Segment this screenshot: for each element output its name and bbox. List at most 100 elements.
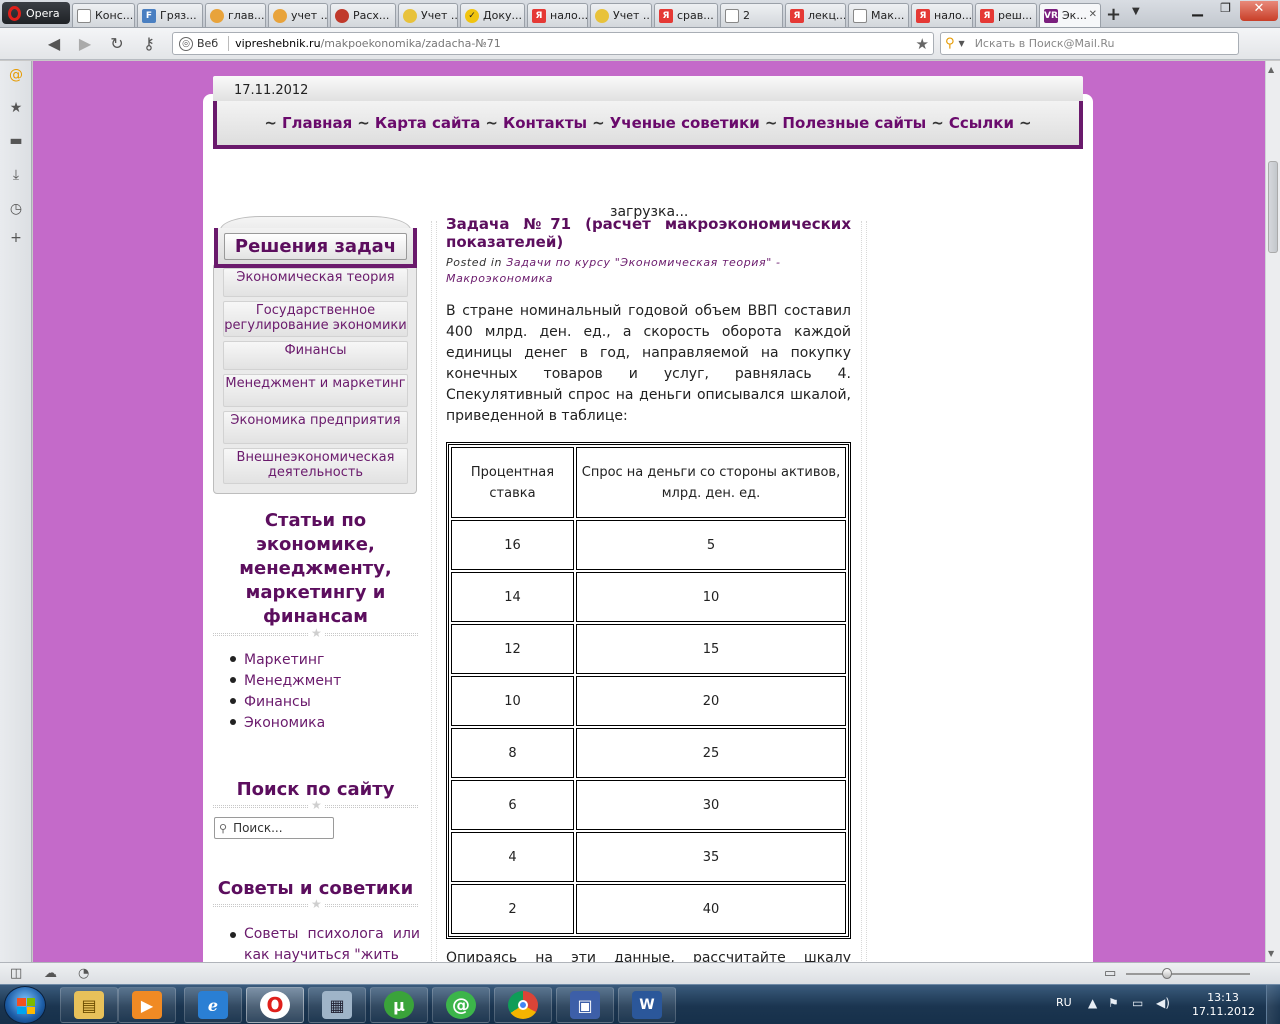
show-desktop-button[interactable] [1266,985,1280,1024]
mail-icon[interactable]: @ [7,66,25,84]
save-taskbar-button[interactable]: ▣ [556,987,614,1023]
category-link[interactable]: Внешнеэкономическая деятельность [223,448,408,484]
category-link[interactable]: Экономика предприятия [223,411,408,444]
browser-tab[interactable]: Учет ... [590,3,652,27]
tab-favicon-icon [595,8,609,23]
system-clock[interactable]: 13:13 17.11.2012 [1192,991,1255,1019]
scroll-down-icon[interactable]: ▼ [1268,949,1274,958]
nav-link[interactable]: Главная [282,114,352,132]
chevron-down-icon[interactable]: ▼ [959,39,965,48]
tab-favicon-icon: Я [916,8,930,23]
table-cell: 40 [576,884,846,934]
scroll-thumb[interactable] [1268,161,1278,253]
language-indicator[interactable]: RU [1056,996,1072,1009]
opera-menu-button[interactable]: Opera [2,2,70,24]
close-window-icon[interactable]: ✕ [1240,1,1278,21]
post-title[interactable]: Задача №71 (расчет макроэкономических [446,217,851,232]
minimize-icon[interactable]: ▁ [1184,1,1211,21]
browser-tab[interactable]: Яреш... [975,3,1037,27]
browser-tab[interactable]: глав... [205,3,266,27]
nav-link[interactable]: Контакты [503,114,587,132]
browser-tab[interactable]: F Гряз... [137,3,203,27]
browser-tab[interactable]: Мак... [848,3,909,27]
floppy-disk-icon: ▣ [570,991,600,1019]
nav-link[interactable]: Полезные сайты [782,114,926,132]
browser-tab[interactable]: ✓ Доку... [460,3,525,27]
browser-tab[interactable]: Ясрав... [654,3,718,27]
browser-tab[interactable]: Конс... [72,3,135,27]
table-cell: 14 [451,572,574,622]
start-button[interactable] [4,986,46,1024]
add-panel-icon[interactable]: + [7,229,25,247]
explorer-taskbar-button[interactable]: ▤ [60,987,118,1023]
cloud-icon[interactable]: ☁ [44,966,57,981]
chrome-taskbar-button[interactable] [494,987,552,1023]
tab-bar: Opera Конс... F Гряз... глав... учет ... Расх… [0,0,1280,28]
volume-icon[interactable]: ◀) [1156,996,1170,1010]
tab-label: срав... [677,9,714,22]
vertical-scrollbar[interactable]: ▲ ▼ [1265,61,1280,962]
post-title-cont[interactable]: показателей) [446,235,563,250]
mail-agent-taskbar-button[interactable]: @ [432,987,490,1023]
search-engine-icon[interactable]: ⚲ [945,36,955,51]
tab-list-chevron-icon[interactable]: ▼ [1132,6,1140,17]
post-meta: Posted in Задачи по курсу "Экономическая… [446,255,851,287]
tray-arrow-icon[interactable]: ▲ [1088,996,1097,1010]
maximize-icon[interactable]: ❐ [1212,1,1239,21]
articles-heading: Статьи по экономике, менеджменту, маркет… [239,510,392,627]
panel-toggle-icon[interactable]: ◫ [10,966,22,981]
key-icon[interactable]: ⚷ [138,34,160,54]
view-icon[interactable]: ▭ [1104,966,1116,981]
bookmark-star-icon[interactable]: ★ [916,35,929,53]
forward-arrow-icon[interactable]: ▶ [74,34,96,54]
category-link[interactable]: Финансы [223,341,408,370]
speed-dial-icon[interactable]: ◔ [78,966,89,981]
nav-link[interactable]: Карта сайта [375,114,481,132]
browser-tab[interactable]: Янало... [911,3,973,27]
category-link[interactable]: Государственное регулирование экономики [223,301,408,337]
new-tab-button[interactable]: + [1106,4,1121,25]
tab-label: глав... [228,9,265,22]
tab-label: нало... [934,9,973,22]
close-tab-icon[interactable]: ✕ [1089,9,1097,20]
browser-tab[interactable]: Ялекц... [785,3,846,27]
site-search-input[interactable]: ⚲ Поиск... [214,817,334,839]
nav-link[interactable]: Ссылки [949,114,1014,132]
scroll-up-icon[interactable]: ▲ [1268,65,1274,74]
nav-link[interactable]: Ученые советики [610,114,760,132]
browser-tab[interactable]: Расх... [330,3,396,27]
zoom-slider-handle[interactable] [1162,968,1172,979]
ie-taskbar-button[interactable]: e [184,987,242,1023]
article-link[interactable]: Финансы [230,694,311,710]
history-clock-icon[interactable]: ◷ [7,200,25,218]
category-link[interactable]: Экономическая теория [223,268,408,297]
tab-label: 2 [743,9,750,22]
search-input[interactable]: ⚲ ▼ Искать в Поиск@Mail.Ru [940,32,1239,55]
utorrent-taskbar-button[interactable]: µ [370,987,428,1023]
browser-tab[interactable]: VR Эк... ✕ [1039,3,1101,27]
zoom-slider[interactable] [1126,973,1250,975]
media-player-taskbar-button[interactable]: ▶ [118,987,176,1023]
notes-icon[interactable]: ▬ [7,132,25,150]
category-link[interactable]: Менеджмент и маркетинг [223,374,408,407]
calculator-icon: ▦ [322,991,352,1019]
article-link[interactable]: Менеджмент [230,673,341,689]
article-link[interactable]: Экономика [230,715,325,731]
browser-tab[interactable]: Учет ... [398,3,458,27]
reload-icon[interactable]: ↻ [106,34,128,54]
calculator-taskbar-button[interactable]: ▦ [308,987,366,1023]
browser-tab[interactable]: Янало... [527,3,588,27]
bookmarks-star-icon[interactable]: ★ [7,99,25,117]
opera-taskbar-button[interactable]: O [246,987,304,1023]
downloads-icon[interactable]: ⤓ [7,166,25,184]
browser-tab[interactable]: 2 [720,3,783,27]
tab-label: Гряз... [160,9,197,22]
url-field[interactable]: ◎ Веб vipreshebnik.ru /makpoekonomika/za… [172,32,934,55]
word-taskbar-button[interactable]: W [618,987,676,1023]
article-link[interactable]: Маркетинг [230,652,324,668]
action-center-flag-icon[interactable]: ⚑ [1108,996,1119,1010]
back-arrow-icon[interactable]: ◀ [43,34,65,54]
site-main-nav: ~ Главная ~ Карта сайта ~ Контакты ~ Ученые сов… [213,101,1083,149]
browser-tab[interactable]: учет ... [268,3,328,27]
network-icon[interactable]: ▭ [1132,996,1143,1010]
